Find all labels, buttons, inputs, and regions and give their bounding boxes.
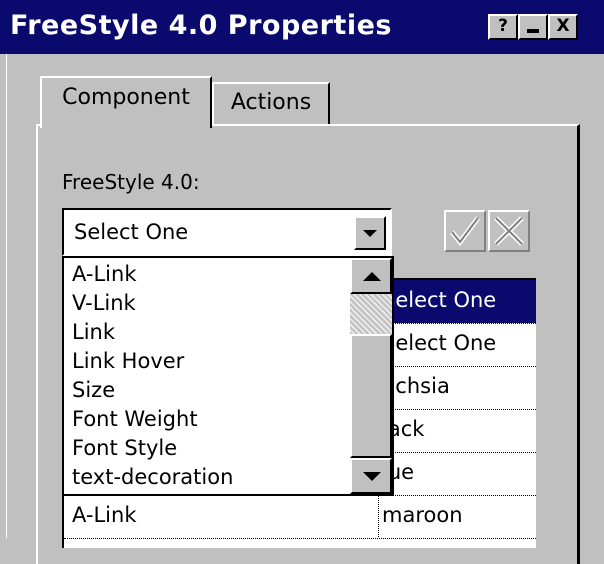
grid-row-value[interactable]: maroon (382, 503, 463, 527)
arrow-up-icon (363, 272, 381, 281)
dropdown-item[interactable]: Size (72, 376, 115, 405)
dropdown-item[interactable]: Font Style (72, 434, 177, 463)
component-select-value: Select One (74, 220, 189, 244)
scrollbar-track[interactable] (350, 294, 392, 334)
scroll-down-button[interactable] (350, 458, 392, 494)
dropdown-item[interactable]: Font Weight (72, 405, 198, 434)
minimize-button[interactable] (518, 14, 548, 40)
grid-row[interactable]: A-Link maroon (64, 495, 536, 539)
apply-button[interactable] (444, 210, 486, 252)
component-select[interactable]: Select One (62, 208, 392, 256)
dropdown-scrollbar[interactable] (350, 258, 392, 494)
minimize-icon (527, 29, 539, 33)
grid-row-name: A-Link (72, 503, 137, 527)
dropdown-item[interactable]: Link (72, 318, 115, 347)
dropdown-item[interactable]: Link Hover (72, 347, 184, 376)
help-button[interactable]: ? (488, 14, 518, 40)
check-icon (450, 216, 480, 247)
grid-row-value[interactable]: Select One (382, 288, 496, 312)
window-title: FreeStyle 4.0 Properties (10, 10, 392, 41)
scrollbar-thumb[interactable] (350, 334, 392, 458)
freestyle-label: FreeStyle 4.0: (62, 170, 200, 194)
combo-dropdown-button[interactable] (354, 216, 386, 250)
column-separator (378, 495, 379, 537)
arrow-down-icon (363, 472, 381, 481)
component-dropdown-list[interactable]: A-Link V-Link Link Link Hover Size Font … (62, 256, 394, 496)
cancel-button[interactable] (488, 210, 530, 252)
title-bar[interactable]: FreeStyle 4.0 Properties ? X (0, 0, 604, 54)
scroll-up-button[interactable] (350, 258, 392, 294)
window-frame (6, 54, 7, 538)
tab-component[interactable]: Component (40, 76, 212, 128)
tab-actions[interactable]: Actions (212, 82, 330, 124)
dropdown-item[interactable]: A-Link (72, 260, 137, 289)
dropdown-item[interactable]: V-Link (72, 289, 136, 318)
grid-row-value[interactable]: Select One (382, 331, 496, 355)
chevron-down-icon (363, 230, 377, 237)
close-button[interactable]: X (548, 14, 578, 40)
dropdown-item[interactable]: text-decoration (72, 463, 233, 492)
x-icon (494, 216, 524, 246)
